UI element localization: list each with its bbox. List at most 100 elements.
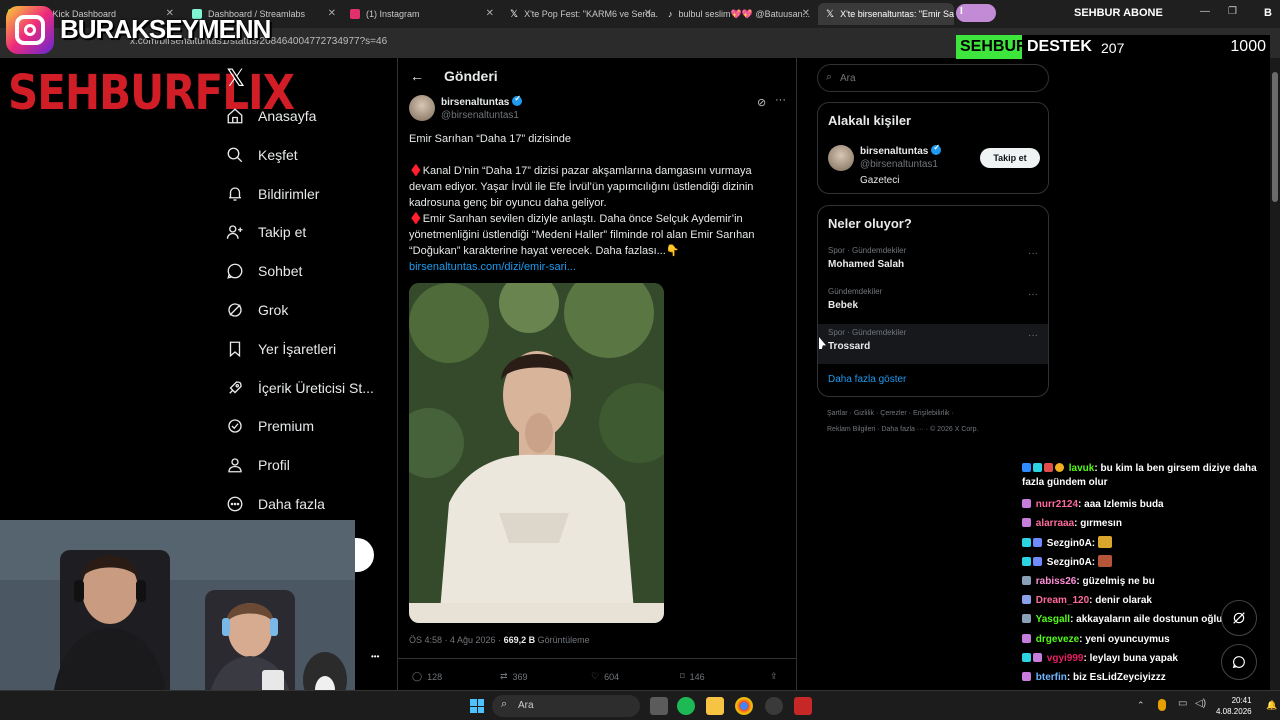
post-paragraph-1: ♦️Kanal D’nin “Daha 17” dizisi pazar akş…	[409, 165, 754, 209]
app-icon[interactable]	[765, 697, 783, 715]
search-placeholder: Ara	[840, 73, 856, 84]
network-icon[interactable]: ▭	[1178, 698, 1187, 709]
person-handle[interactable]: @birsenaltuntas1	[860, 159, 938, 170]
bookmark-button[interactable]: ⌑ 146	[680, 671, 705, 682]
badge-icon	[1022, 634, 1031, 643]
trend-category: Spor · Gündemdekiler	[828, 246, 907, 255]
nav-item-more[interactable]: Daha fazla	[226, 489, 325, 519]
post-photo[interactable]	[409, 283, 664, 623]
like-button[interactable]: ♡ 604	[591, 671, 619, 682]
reply-button[interactable]: ◯ 128	[412, 671, 442, 682]
trends-card: Neler oluyor? Spor · Gündemdekiler Moham…	[817, 205, 1049, 397]
badge-icon	[1033, 463, 1042, 472]
badge-icon	[1055, 463, 1064, 472]
tab-label: bulbul seslim💖💖 @Batuusan...	[678, 8, 811, 19]
home-icon	[227, 108, 243, 124]
more-icon[interactable]: ···	[1028, 289, 1038, 300]
close-icon[interactable]: ✕	[802, 8, 810, 19]
search-icon	[227, 147, 243, 163]
bookmark-icon	[229, 341, 241, 358]
avatar[interactable]	[828, 145, 854, 171]
notification-icon[interactable]: 🔔	[1266, 700, 1277, 711]
trend-category: Gündemdekiler	[828, 287, 883, 296]
add-user-icon	[226, 225, 243, 239]
author-handle[interactable]: @birsenaltuntas1	[441, 110, 519, 121]
x-logo-icon[interactable]: 𝕏	[226, 64, 245, 92]
scrollbar[interactable]	[1270, 58, 1280, 690]
post-button[interactable]	[354, 538, 374, 572]
repost-button[interactable]: ⇄ 369	[500, 671, 528, 682]
windows-start-icon[interactable]	[470, 699, 484, 713]
close-icon[interactable]: ✕	[644, 8, 652, 19]
taskbar-clock[interactable]: 20:41 4.08.2026	[1216, 695, 1252, 717]
show-more-link[interactable]: Daha fazla göster	[828, 374, 906, 385]
trend-item[interactable]: Spor · Gündemdekiler Trossard ···	[818, 324, 1048, 364]
tab-instagram[interactable]: (1) Instagram ✕	[342, 3, 500, 25]
close-icon[interactable]: ✕	[328, 8, 336, 19]
trend-item[interactable]: Gündemdekiler Bebek ···	[818, 283, 1048, 323]
share-button[interactable]: ⇪	[770, 671, 778, 682]
tray-chevron-icon[interactable]: ⌃	[1137, 700, 1145, 711]
nav-item-notifications[interactable]: Bildirimler	[226, 179, 319, 209]
person-name[interactable]: birsenaltuntas	[860, 143, 942, 157]
messages-fab-button[interactable]	[1221, 644, 1257, 680]
nav-item-grok[interactable]: Grok	[226, 295, 288, 325]
chrome-icon[interactable]	[735, 697, 753, 715]
destek-current: 207	[1101, 40, 1125, 56]
nav-item-bookmarks[interactable]: Yer İşaretleri	[226, 334, 336, 364]
nav-item-home[interactable]: Anasayfa	[226, 101, 316, 131]
badge-icon	[1022, 463, 1031, 472]
mic-icon[interactable]	[1158, 699, 1166, 711]
more-icon[interactable]: ···	[1028, 248, 1038, 259]
badge-icon	[1033, 538, 1042, 547]
heart-icon: ♡	[591, 671, 600, 681]
account-more-icon[interactable]: •••	[371, 652, 379, 661]
chat-message: rabiss26: güzelmiş ne bu	[1022, 575, 1262, 589]
screen: ream - Kick Dashboard ✕ Dashboard / Stre…	[0, 0, 1280, 720]
follow-button[interactable]: Takip et	[980, 148, 1040, 168]
back-arrow-icon[interactable]: ←	[410, 68, 424, 84]
card-title: Neler oluyor?	[828, 216, 912, 231]
more-icon[interactable]: ···	[1028, 330, 1038, 341]
footer-links[interactable]: Şartlar · Gizlilik · Çerezler · Erişileb…	[827, 410, 954, 417]
nav-item-premium[interactable]: Premium	[226, 411, 314, 441]
spotify-icon[interactable]	[677, 697, 695, 715]
tab-x-active[interactable]: 𝕏 X'te birsenaltuntas: "Emir Sarıha...	[818, 3, 954, 25]
nav-item-profile[interactable]: Profil	[226, 450, 290, 480]
scrollbar-thumb[interactable]	[1272, 72, 1278, 202]
tab-x-popfest[interactable]: 𝕏 X'te Pop Fest: "KARM6 ve Serda... ✕	[502, 3, 658, 25]
grok-fab-button[interactable]	[1221, 600, 1257, 636]
trend-name: Trossard	[828, 341, 871, 352]
maximize-icon[interactable]: ❐	[1228, 6, 1237, 17]
obs-icon[interactable]	[794, 697, 812, 715]
trend-name: Bebek	[828, 300, 859, 311]
nav-item-creator-studio[interactable]: İçerik Üreticisi St...	[226, 373, 374, 403]
taskbar-search[interactable]: ⌕ Ara	[492, 695, 640, 717]
minimize-icon[interactable]: —	[1200, 6, 1210, 17]
clock-date: 4.08.2026	[1216, 707, 1252, 716]
author-name[interactable]: birsenaltuntas	[441, 94, 523, 108]
nav-label: Yer İşaretleri	[258, 341, 337, 357]
more-icon[interactable]: ···	[775, 94, 786, 106]
nav-item-follow[interactable]: Takip et	[226, 217, 306, 247]
volume-icon[interactable]: ◁)	[1195, 698, 1206, 709]
reply-icon: ◯	[412, 671, 423, 681]
avatar[interactable]	[409, 95, 435, 121]
grok-icon[interactable]: ⊘	[757, 96, 766, 109]
close-icon[interactable]: ✕	[486, 8, 494, 19]
nav-label: Keşfet	[258, 147, 298, 163]
nav-item-explore[interactable]: Keşfet	[226, 140, 298, 170]
badge-icon	[1033, 653, 1042, 662]
trend-name: Mohamed Salah	[828, 259, 905, 270]
chat-message: lavuk: bu kim la ben girsem diziye daha …	[1022, 463, 1257, 488]
file-explorer-icon[interactable]	[706, 697, 724, 715]
search-input[interactable]: ⌕ Ara	[817, 64, 1049, 92]
chat-message: Sezgin0A:	[1022, 555, 1262, 570]
footer-links-2[interactable]: Reklam Bilgileri · Daha fazla ··· · © 20…	[827, 426, 978, 433]
post-link[interactable]: birsenaltuntas.com/dizi/emir-sari...	[409, 259, 787, 275]
trend-item[interactable]: Spor · Gündemdekiler Mohamed Salah ···	[818, 242, 1048, 282]
tab-tiktok[interactable]: ♪ bulbul seslim💖💖 @Batuusan... ✕	[660, 3, 816, 25]
task-view-icon[interactable]	[650, 697, 668, 715]
nav-item-chat[interactable]: Sohbet	[226, 256, 302, 286]
badge-icon	[1022, 614, 1031, 623]
